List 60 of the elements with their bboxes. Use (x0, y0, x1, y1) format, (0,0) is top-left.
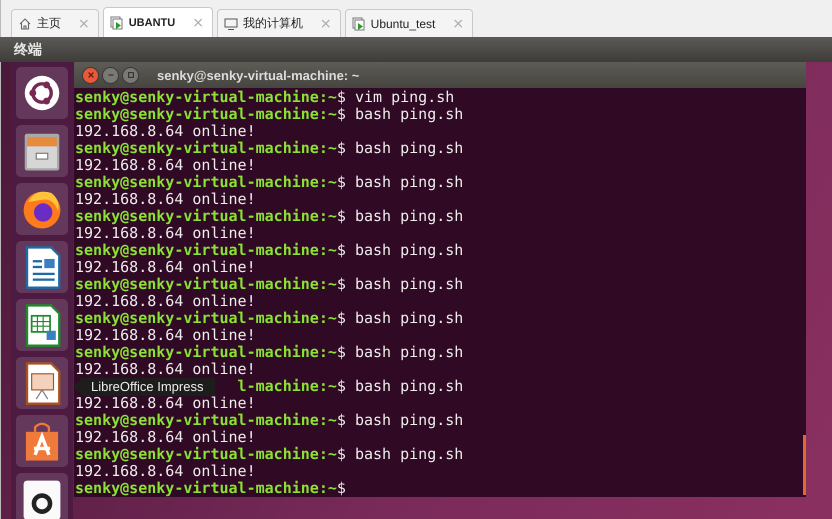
prompt-text: senky@senky-virtual-machine:~ (75, 88, 337, 106)
tab[interactable]: 主页 × (11, 9, 99, 37)
close-button[interactable] (82, 66, 99, 84)
command-text: $ bash ping.sh (336, 411, 464, 429)
command-text: $ bash ping.sh (336, 241, 464, 259)
command-text: $ bash ping.sh (336, 105, 464, 123)
command-text: $ bash ping.sh (336, 343, 464, 361)
output-text: 192.168.8.64 online! (75, 156, 256, 174)
command-text: $ bash ping.sh (336, 445, 464, 463)
writer-launcher-icon[interactable] (16, 241, 68, 293)
ubuntu-launcher-icon[interactable] (16, 67, 68, 119)
window-title: senky@senky-virtual-machine: ~ (157, 68, 360, 82)
vm-icon (110, 16, 124, 30)
command-text: $ bash ping.sh (336, 207, 464, 225)
calc-launcher-icon[interactable] (16, 299, 68, 351)
command-text: $ (336, 479, 346, 497)
prompt-text: senky@senky-virtual-machine:~ (75, 173, 337, 191)
prompt-text: senky@senky-virtual-machine:~ (75, 207, 337, 225)
output-text: 192.168.8.64 online! (75, 462, 256, 480)
command-text: $ bash ping.sh (336, 377, 464, 395)
prompt-text: senky@senky-virtual-machine:~ (75, 241, 337, 259)
output-text: 192.168.8.64 online! (75, 122, 256, 140)
close-icon (86, 71, 94, 79)
maximize-button[interactable] (122, 66, 139, 84)
prompt-text: senky@senky-virtual-machine:~ (75, 139, 337, 157)
tab[interactable]: Ubuntu_test × (344, 9, 474, 37)
command-text: $ bash ping.sh (336, 275, 464, 293)
vm-icon (352, 16, 366, 30)
prompt-text: senky@senky-virtual-machine:~ (75, 309, 337, 327)
command-text: $ vim ping.sh (336, 88, 454, 106)
scroll-indicator (803, 435, 806, 495)
impress-launcher-icon[interactable] (16, 357, 68, 409)
maximize-icon (126, 71, 134, 79)
tab[interactable]: 我的计算机 × (216, 9, 341, 37)
store-launcher-icon[interactable] (16, 415, 68, 467)
prompt-text: l-machine:~ (238, 377, 337, 395)
prompt-text: senky@senky-virtual-machine:~ (75, 445, 337, 463)
output-text: 192.168.8.64 online! (75, 394, 256, 412)
output-text: 192.168.8.64 online! (75, 360, 256, 378)
tooltip-text: LibreOffice Impress (91, 379, 204, 395)
output-text: 192.168.8.64 online! (75, 258, 256, 276)
minimize-button[interactable] (102, 66, 119, 84)
output-text: 192.168.8.64 online! (75, 428, 256, 446)
command-text: $ bash ping.sh (336, 309, 464, 327)
prompt-text: senky@senky-virtual-machine:~ (75, 343, 337, 361)
monitor-icon (224, 16, 238, 30)
prompt-text: senky@senky-virtual-machine:~ (75, 105, 337, 123)
command-text: $ bash ping.sh (336, 139, 464, 157)
tab[interactable]: UBANTU × (102, 7, 213, 37)
output-text: 192.168.8.64 online! (75, 224, 256, 242)
command-text: $ bash ping.sh (336, 173, 464, 191)
output-text: 192.168.8.64 online! (75, 190, 256, 208)
prompt-text: senky@senky-virtual-machine:~ (75, 479, 337, 497)
output-text: 192.168.8.64 online! (75, 326, 256, 344)
prompt-text: senky@senky-virtual-machine:~ (75, 411, 337, 429)
files-launcher-icon[interactable] (16, 125, 68, 177)
app-title: 终端 (14, 40, 42, 58)
output-text: 192.168.8.64 online! (75, 292, 256, 310)
home-icon (18, 16, 32, 30)
prompt-text: senky@senky-virtual-machine:~ (75, 275, 337, 293)
